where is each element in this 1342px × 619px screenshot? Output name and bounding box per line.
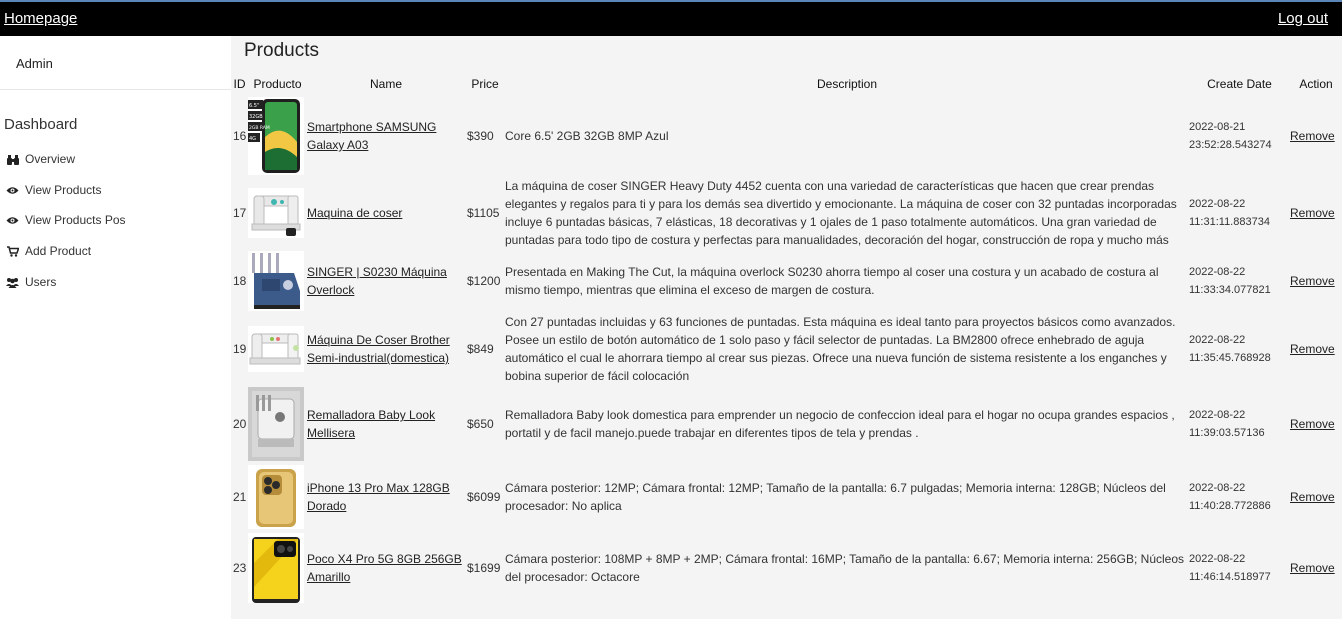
eye-icon bbox=[6, 214, 19, 226]
product-create-date: 2022-08-22 11:31:11.883734 bbox=[1189, 198, 1270, 228]
sidebar-item-view-products-pos[interactable]: View Products Pos bbox=[6, 213, 126, 227]
product-price: $1200 bbox=[467, 274, 501, 288]
product-id: 20 bbox=[233, 417, 247, 431]
column-header-price: Price bbox=[471, 77, 499, 91]
product-id: 18 bbox=[233, 274, 247, 288]
product-price: $849 bbox=[467, 342, 494, 356]
cart-icon bbox=[6, 245, 19, 257]
product-id: 19 bbox=[233, 342, 247, 356]
column-header-name: Name bbox=[369, 77, 402, 91]
sidebar-item-label: Overview bbox=[25, 152, 76, 166]
product-description: Con 27 puntadas incluidas y 63 funciones… bbox=[505, 315, 1176, 383]
product-name-link[interactable]: Poco X4 Pro 5G 8GB 256GB Amarillo bbox=[307, 552, 462, 584]
remove-link[interactable]: Remove bbox=[1290, 342, 1335, 356]
remove-link[interactable]: Remove bbox=[1290, 490, 1335, 504]
table-row: 20 Remalladora Baby Look Mellisera $650 … bbox=[231, 385, 1342, 463]
product-create-date: 2022-08-22 11:46:14.518977 bbox=[1189, 553, 1271, 583]
column-header-action: Action bbox=[1299, 77, 1333, 91]
binoculars-icon bbox=[6, 153, 19, 165]
eye-icon bbox=[6, 184, 19, 196]
table-row: 21 iPhone 13 Pro Max 128GB Dorado $6099 … bbox=[231, 463, 1342, 531]
product-description: Remalladora Baby look domestica para emp… bbox=[505, 408, 1175, 440]
sidebar-item-add-product[interactable]: Add Product bbox=[6, 244, 91, 258]
sidebar-item-users[interactable]: Users bbox=[6, 275, 56, 289]
product-price: $390 bbox=[467, 129, 494, 143]
product-create-date: 2022-08-21 23:52:28.543274 bbox=[1189, 121, 1272, 151]
product-id: 23 bbox=[233, 561, 247, 575]
product-description: Presentada en Making The Cut, la máquina… bbox=[505, 265, 1159, 297]
table-row: 17 Maquina de coser $1105 La máquina de … bbox=[231, 177, 1342, 249]
column-header-create-date: Create Date bbox=[1207, 77, 1272, 91]
product-price: $1699 bbox=[467, 561, 501, 575]
product-name-link[interactable]: Smartphone SAMSUNG Galaxy A03 bbox=[307, 120, 436, 152]
top-navbar: Homepage Log out bbox=[0, 0, 1342, 36]
product-name-link[interactable]: Máquina De Coser Brother Semi-industrial… bbox=[307, 333, 450, 365]
table-row: 23 Poco X4 Pro 5G 8GB 256GB Amarillo $16… bbox=[231, 531, 1342, 605]
product-name-link[interactable]: iPhone 13 Pro Max 128GB Dorado bbox=[307, 481, 450, 513]
table-header-row: ID Producto Name Price Description Creat… bbox=[231, 73, 1342, 95]
column-header-producto: Producto bbox=[253, 77, 302, 91]
product-image bbox=[248, 251, 304, 311]
table-row: 19 Máquina De Coser Brother Semi-industr… bbox=[231, 313, 1342, 385]
product-image bbox=[248, 465, 304, 529]
logout-link[interactable]: Log out bbox=[1278, 10, 1328, 27]
product-description: La máquina de coser SINGER Heavy Duty 44… bbox=[505, 179, 1177, 247]
column-header-description: Description bbox=[816, 77, 878, 91]
table-row: 16 6.5" 32GB 2GB RAM 4G Smartphone SAMSU… bbox=[231, 95, 1342, 177]
spec-badge-screen: 6.5" bbox=[249, 103, 259, 109]
product-name-link[interactable]: SINGER | S0230 Máquina Overlock bbox=[307, 265, 447, 297]
product-name-link[interactable]: Remalladora Baby Look Mellisera bbox=[307, 408, 435, 440]
sidebar-item-label: View Products Pos bbox=[25, 213, 126, 227]
user-name: Admin bbox=[16, 56, 53, 71]
spec-badge-storage: 32GB bbox=[249, 114, 263, 120]
product-description: Cámara posterior: 108MP + 8MP + 2MP; Cám… bbox=[505, 552, 1185, 584]
product-image bbox=[248, 326, 304, 372]
product-create-date: 2022-08-22 11:33:34.077821 bbox=[1189, 266, 1271, 296]
sidebar-section-title: Dashboard bbox=[4, 116, 78, 133]
remove-link[interactable]: Remove bbox=[1290, 206, 1335, 220]
column-header-id: ID bbox=[233, 77, 246, 91]
product-image bbox=[248, 387, 304, 461]
product-price: $1105 bbox=[467, 206, 500, 220]
product-name-link[interactable]: Maquina de coser bbox=[307, 206, 402, 220]
page-title: Products bbox=[244, 40, 319, 61]
product-create-date: 2022-08-22 11:35:45.768928 bbox=[1189, 334, 1271, 364]
product-image bbox=[248, 188, 304, 238]
homepage-link[interactable]: Homepage bbox=[4, 10, 77, 27]
sidebar-item-label: View Products bbox=[25, 183, 102, 197]
remove-link[interactable]: Remove bbox=[1290, 417, 1335, 431]
main-content: Products ID Producto Name Price Descript… bbox=[231, 36, 1342, 619]
sidebar-divider bbox=[0, 89, 231, 90]
sidebar: Admin Dashboard Overview View Products V… bbox=[0, 36, 231, 619]
remove-link[interactable]: Remove bbox=[1290, 561, 1335, 575]
product-description: Core 6.5' 2GB 32GB 8MP Azul bbox=[505, 129, 669, 143]
remove-link[interactable]: Remove bbox=[1290, 129, 1335, 143]
product-id: 17 bbox=[233, 206, 247, 220]
users-icon bbox=[6, 276, 19, 288]
sidebar-item-label: Users bbox=[25, 275, 57, 289]
product-price: $6099 bbox=[467, 490, 501, 504]
product-id: 21 bbox=[233, 490, 247, 504]
product-price: $650 bbox=[467, 417, 494, 431]
spec-badge-ram: 2GB RAM bbox=[249, 125, 270, 131]
product-description: Cámara posterior: 12MP; Cámara frontal: … bbox=[505, 481, 1166, 513]
spec-badge-network: 4G bbox=[249, 136, 256, 142]
product-image bbox=[248, 533, 304, 603]
products-table: ID Producto Name Price Description Creat… bbox=[231, 73, 1342, 605]
product-image: 6.5" 32GB 2GB RAM 4G bbox=[248, 97, 304, 175]
remove-link[interactable]: Remove bbox=[1290, 274, 1335, 288]
product-create-date: 2022-08-22 11:40:28.772886 bbox=[1189, 482, 1271, 512]
table-row: 18 SINGER | S0230 Máquina Overlock $1200… bbox=[231, 249, 1342, 313]
sidebar-item-label: Add Product bbox=[25, 244, 92, 258]
sidebar-item-view-products[interactable]: View Products bbox=[6, 183, 101, 197]
sidebar-item-overview[interactable]: Overview bbox=[6, 152, 75, 166]
product-create-date: 2022-08-22 11:39:03.57136 bbox=[1189, 409, 1265, 439]
product-id: 16 bbox=[233, 129, 247, 143]
